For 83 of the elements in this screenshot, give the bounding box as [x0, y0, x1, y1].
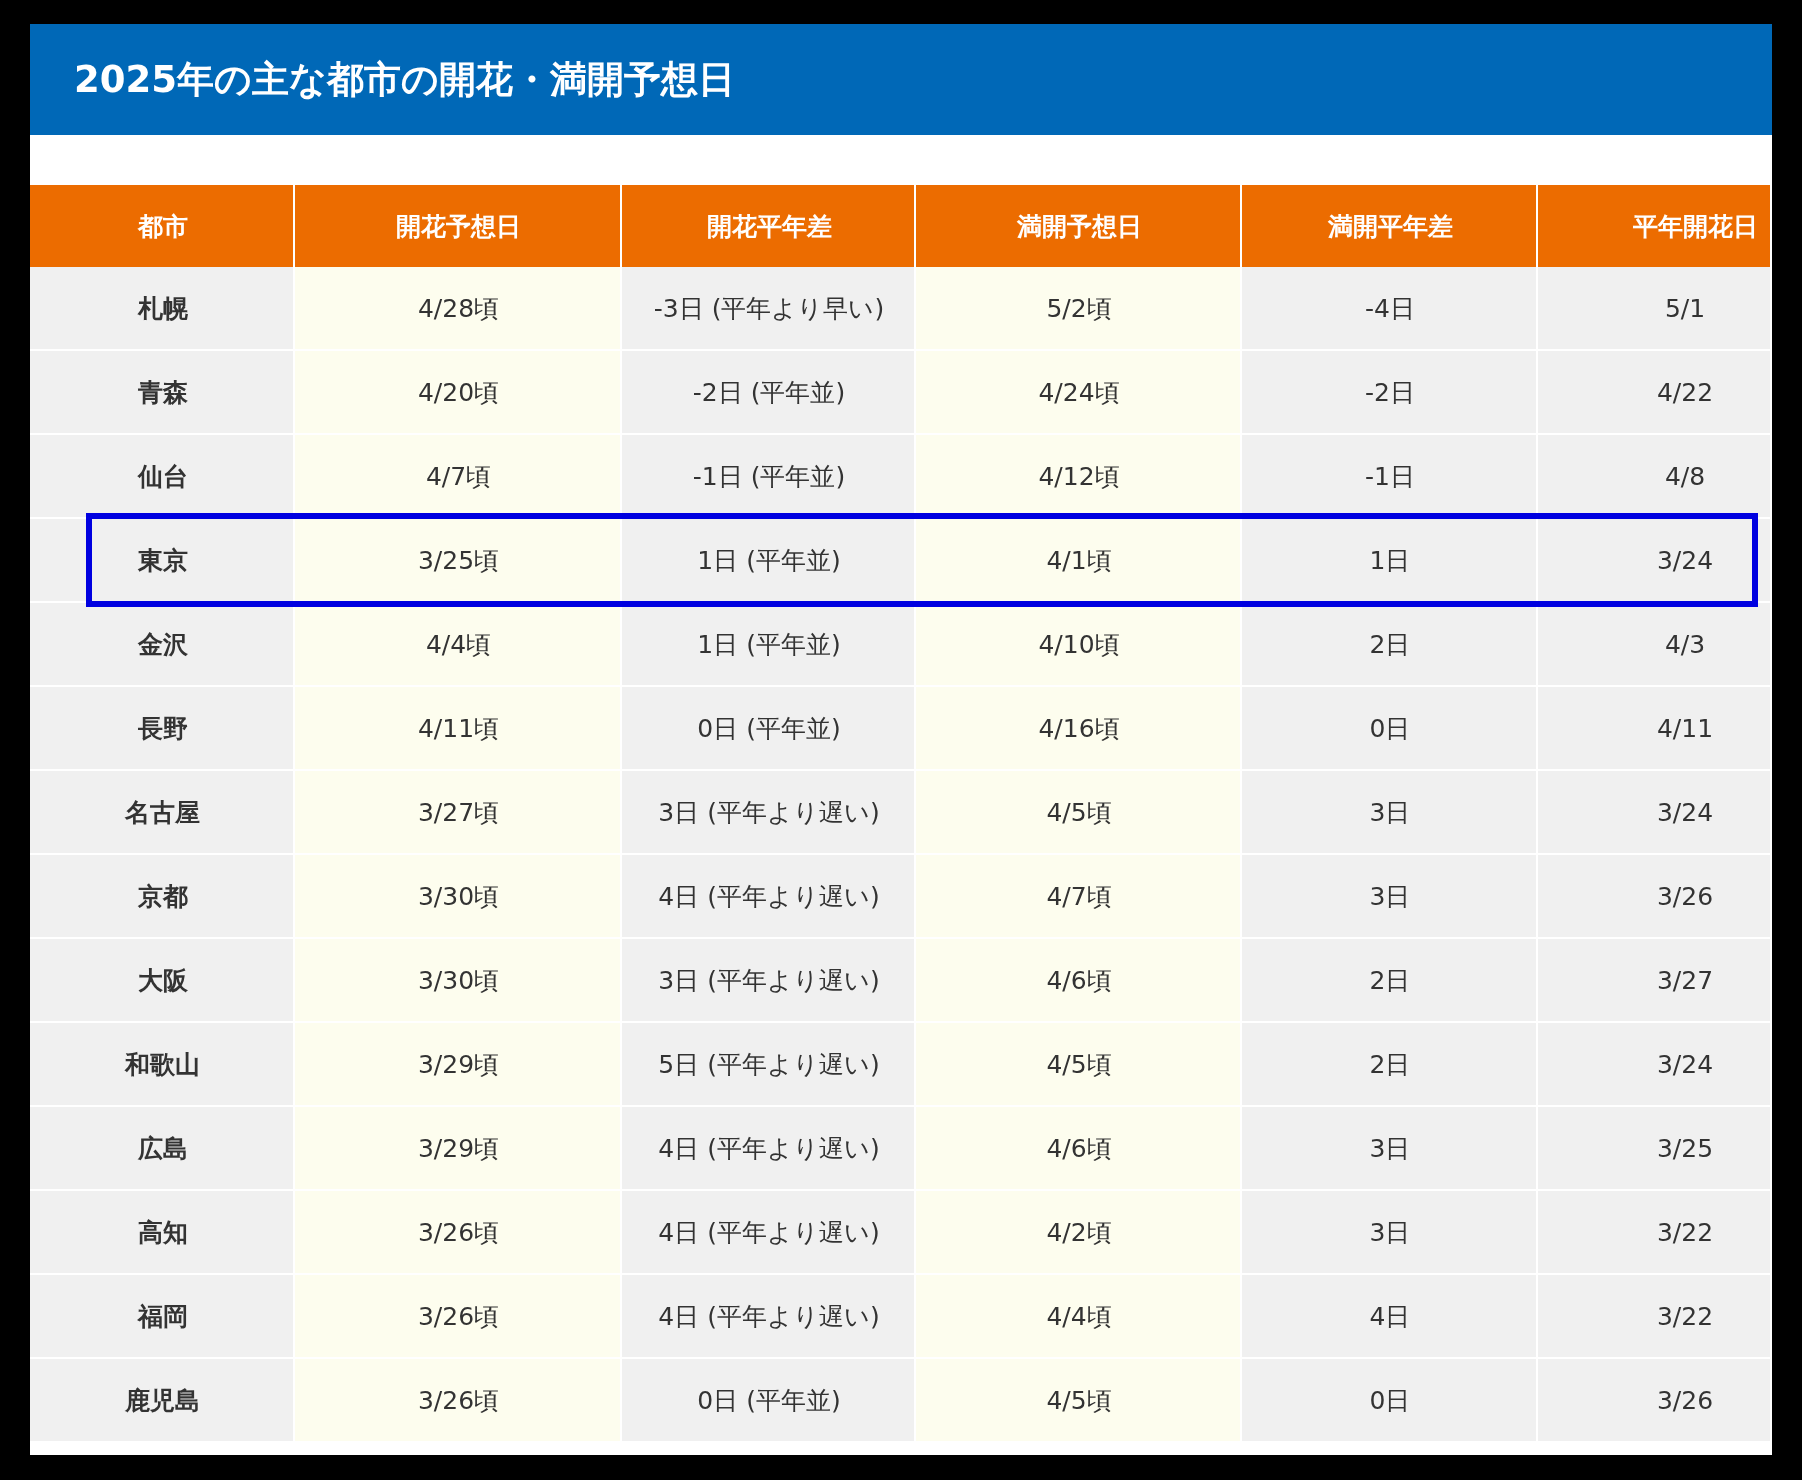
city-cell: 高知: [30, 1191, 295, 1275]
table-cell: 4日 (平年より遅い): [622, 1107, 916, 1191]
column-header: 平年開花日: [1538, 185, 1772, 267]
table-cell: 3/26頃: [295, 1359, 622, 1443]
table-cell: 4/3: [1538, 603, 1772, 687]
table-cell: -2日: [1242, 351, 1538, 435]
table-cell: 0日: [1242, 687, 1538, 771]
table-cell: 4/8: [1538, 435, 1772, 519]
table-cell: 3/26頃: [295, 1191, 622, 1275]
table-cell: 4/4頃: [916, 1275, 1242, 1359]
table-cell: 3/25頃: [295, 519, 622, 603]
table-cell: 4/2頃: [916, 1191, 1242, 1275]
table-cell: 4/1頃: [916, 519, 1242, 603]
table-cell: 5日 (平年より遅い): [622, 1023, 916, 1107]
table-cell: 4/28頃: [295, 267, 622, 351]
table-cell: 3日: [1242, 1107, 1538, 1191]
column-header: 満開予想日: [916, 185, 1242, 267]
table-cell: 4/11頃: [295, 687, 622, 771]
table-cell: 3/24: [1538, 771, 1772, 855]
table-cell: 3日: [1242, 771, 1538, 855]
table-cell: 3/22: [1538, 1191, 1772, 1275]
table-cell: 4日 (平年より遅い): [622, 1275, 916, 1359]
table-title: 2025年の主な都市の開花・満開予想日: [74, 56, 735, 103]
table-cell: 4/5頃: [916, 1359, 1242, 1443]
city-cell: 仙台: [30, 435, 295, 519]
table-cell: 3/30頃: [295, 855, 622, 939]
city-cell: 金沢: [30, 603, 295, 687]
table-cell: 3日: [1242, 1191, 1538, 1275]
table-cell: 3日 (平年より遅い): [622, 771, 916, 855]
table-cell: 3/30頃: [295, 939, 622, 1023]
table-cell: 3/25: [1538, 1107, 1772, 1191]
column-header: 開花予想日: [295, 185, 622, 267]
table-cell: 3/24: [1538, 1023, 1772, 1107]
table-cell: 4日 (平年より遅い): [622, 1191, 916, 1275]
column-header: 満開平年差: [1242, 185, 1538, 267]
city-cell: 青森: [30, 351, 295, 435]
city-cell: 東京: [30, 519, 295, 603]
table-cell: 1日: [1242, 519, 1538, 603]
table-cell: 2日: [1242, 1023, 1538, 1107]
table-cell: 4/6頃: [916, 939, 1242, 1023]
table-cell: -2日 (平年並): [622, 351, 916, 435]
table-cell: 3/29頃: [295, 1023, 622, 1107]
table-cell: 4/5頃: [916, 771, 1242, 855]
city-cell: 名古屋: [30, 771, 295, 855]
city-cell: 和歌山: [30, 1023, 295, 1107]
table-cell: 4/7頃: [916, 855, 1242, 939]
city-cell: 福岡: [30, 1275, 295, 1359]
table-cell: 3/26頃: [295, 1275, 622, 1359]
table-cell: 0日: [1242, 1359, 1538, 1443]
table-cell: 1日 (平年並): [622, 519, 916, 603]
city-cell: 京都: [30, 855, 295, 939]
table-cell: 3/22: [1538, 1275, 1772, 1359]
table-cell: 4/16頃: [916, 687, 1242, 771]
table-cell: -4日: [1242, 267, 1538, 351]
table-cell: 4/22: [1538, 351, 1772, 435]
table-cell: 5/1: [1538, 267, 1772, 351]
table-cell: 4/20頃: [295, 351, 622, 435]
table-cell: 3/26: [1538, 1359, 1772, 1443]
table-cell: 4/5頃: [916, 1023, 1242, 1107]
table-cell: 5/2頃: [916, 267, 1242, 351]
table-cell: 4/24頃: [916, 351, 1242, 435]
table-cell: 3/27頃: [295, 771, 622, 855]
city-cell: 長野: [30, 687, 295, 771]
table-cell: 4/11: [1538, 687, 1772, 771]
table-cell: 3/26: [1538, 855, 1772, 939]
city-cell: 大阪: [30, 939, 295, 1023]
table-cell: 3/24: [1538, 519, 1772, 603]
city-cell: 鹿児島: [30, 1359, 295, 1443]
city-cell: 広島: [30, 1107, 295, 1191]
column-header: 都市: [30, 185, 295, 267]
table-cell: 4日 (平年より遅い): [622, 855, 916, 939]
column-header: 開花平年差: [622, 185, 916, 267]
table-cell: 4/6頃: [916, 1107, 1242, 1191]
table-cell: 3/27: [1538, 939, 1772, 1023]
table-cell: 4日: [1242, 1275, 1538, 1359]
table-cell: 2日: [1242, 939, 1538, 1023]
table-cell: 3/29頃: [295, 1107, 622, 1191]
city-cell: 札幌: [30, 267, 295, 351]
table-cell: 0日 (平年並): [622, 687, 916, 771]
table-cell: -3日 (平年より早い): [622, 267, 916, 351]
table-cell: 0日 (平年並): [622, 1359, 916, 1443]
table-cell: 3日 (平年より遅い): [622, 939, 916, 1023]
table-cell: 3日: [1242, 855, 1538, 939]
